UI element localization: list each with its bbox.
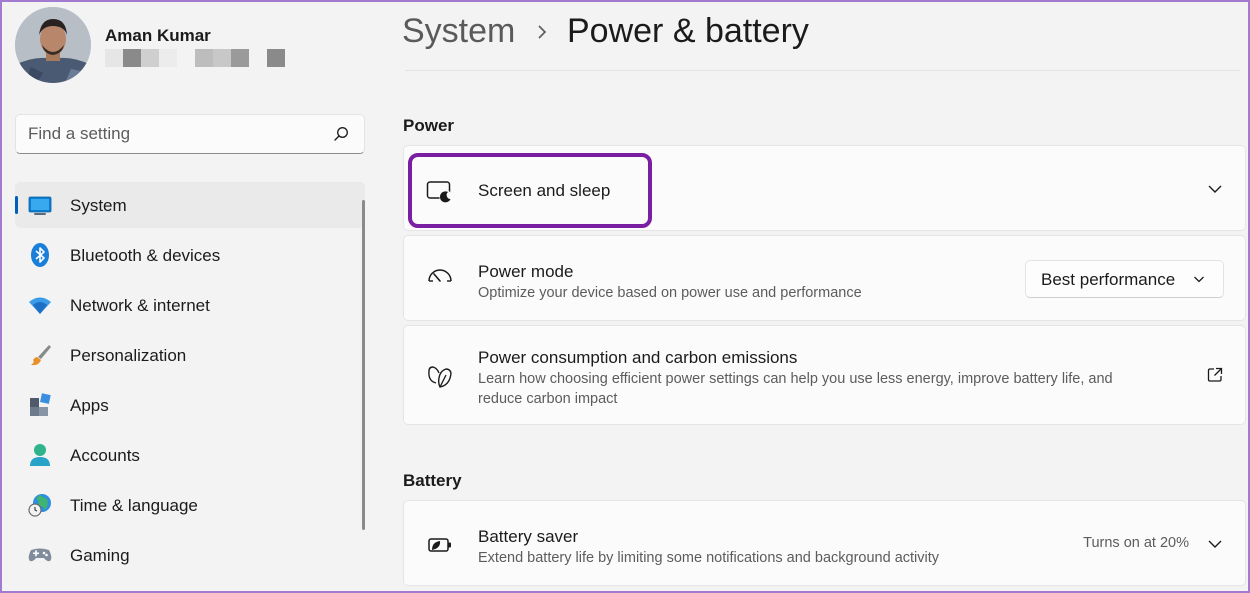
power-mode-dropdown[interactable]: Best performance bbox=[1025, 260, 1224, 298]
speedometer-icon bbox=[428, 269, 452, 282]
sidebar-item-apps[interactable]: Apps bbox=[15, 382, 365, 428]
wifi-icon bbox=[29, 297, 51, 314]
sidebar-item-label: Bluetooth & devices bbox=[70, 246, 221, 265]
accounts-icon bbox=[30, 444, 50, 466]
power-consumption-card[interactable]: Power consumption and carbon emissions L… bbox=[403, 325, 1246, 425]
leaf-icon bbox=[428, 366, 452, 388]
battery-saver-card[interactable]: Battery saver Extend battery life by lim… bbox=[403, 500, 1246, 586]
system-icon bbox=[28, 196, 52, 215]
breadcrumb-parent[interactable]: System bbox=[402, 12, 515, 51]
consumption-description-line1: Learn how choosing efficient power setti… bbox=[478, 371, 1113, 387]
sidebar-nav: System Bluetooth & devices Network & int… bbox=[15, 182, 365, 582]
avatar[interactable] bbox=[15, 7, 91, 83]
chevron-right-icon bbox=[538, 25, 547, 39]
sidebar-item-accounts[interactable]: Accounts bbox=[15, 432, 365, 478]
header-divider bbox=[405, 70, 1240, 71]
bluetooth-icon bbox=[31, 243, 49, 267]
sidebar-item-label: System bbox=[70, 196, 127, 215]
chevron-down-icon bbox=[1194, 276, 1204, 283]
sidebar-item-system[interactable]: System bbox=[15, 182, 365, 228]
sidebar-item-time-language[interactable]: Time & language bbox=[15, 482, 365, 528]
battery-saver-status: Turns on at 20% bbox=[1083, 535, 1189, 551]
search-box[interactable] bbox=[15, 114, 365, 154]
battery-saver-icon bbox=[428, 538, 451, 552]
user-profile[interactable]: Aman Kumar bbox=[15, 6, 375, 86]
sidebar-item-bluetooth[interactable]: Bluetooth & devices bbox=[15, 232, 365, 278]
power-mode-title: Power mode bbox=[478, 262, 574, 281]
brush-icon bbox=[31, 345, 51, 366]
chevron-down-icon[interactable] bbox=[1207, 181, 1223, 197]
battery-saver-description: Extend battery life by limiting some not… bbox=[478, 550, 940, 566]
sidebar-item-label: Gaming bbox=[70, 546, 130, 565]
power-mode-description: Optimize your device based on power use … bbox=[478, 285, 862, 301]
sidebar-item-personalization[interactable]: Personalization bbox=[15, 332, 365, 378]
gamepad-icon bbox=[28, 548, 52, 562]
consumption-description-line2: reduce carbon impact bbox=[478, 391, 618, 407]
selection-indicator bbox=[15, 196, 18, 214]
search-icon[interactable] bbox=[333, 126, 349, 142]
sidebar-item-gaming[interactable]: Gaming bbox=[15, 532, 365, 578]
sidebar-item-label: Time & language bbox=[70, 496, 198, 515]
user-name: Aman Kumar bbox=[105, 26, 211, 45]
screen-sleep-icon bbox=[426, 181, 453, 204]
power-mode-card: Power mode Optimize your device based on… bbox=[403, 235, 1246, 321]
user-email-redacted bbox=[105, 49, 290, 67]
search-input[interactable] bbox=[28, 123, 328, 145]
sidebar-item-label: Network & internet bbox=[70, 296, 210, 315]
sidebar-item-label: Apps bbox=[70, 396, 109, 415]
sidebar-item-label: Accounts bbox=[70, 446, 140, 465]
consumption-title: Power consumption and carbon emissions bbox=[478, 348, 798, 367]
section-title-power: Power bbox=[403, 116, 455, 135]
globe-clock-icon bbox=[28, 494, 51, 517]
apps-icon bbox=[30, 393, 51, 416]
sidebar-item-label: Personalization bbox=[70, 346, 187, 365]
page-title: Power & battery bbox=[567, 12, 809, 50]
section-title-battery: Battery bbox=[403, 471, 462, 490]
screen-sleep-card[interactable]: Screen and sleep bbox=[403, 145, 1246, 231]
external-link-icon[interactable] bbox=[1207, 367, 1223, 383]
sidebar-scrollbar[interactable] bbox=[362, 200, 365, 530]
chevron-down-icon[interactable] bbox=[1207, 536, 1223, 552]
sidebar-item-network[interactable]: Network & internet bbox=[15, 282, 365, 328]
battery-saver-title: Battery saver bbox=[478, 527, 579, 546]
power-mode-value: Best performance bbox=[1041, 270, 1176, 289]
screen-sleep-title: Screen and sleep bbox=[478, 181, 611, 200]
